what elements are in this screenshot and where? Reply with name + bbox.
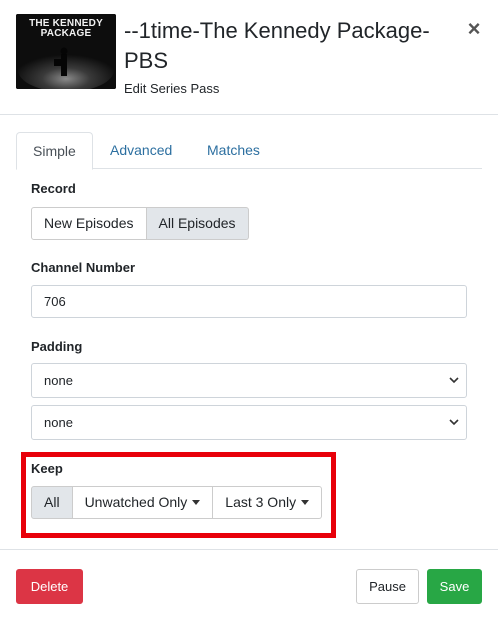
keep-button-group: All Unwatched Only Last 3 Only — [31, 486, 323, 519]
keep-all-button[interactable]: All — [31, 486, 73, 519]
show-thumbnail: THE KENNEDY PACKAGE — [16, 14, 116, 89]
record-all-episodes-button[interactable]: All Episodes — [146, 207, 249, 240]
thumbnail-title-line2: PACKAGE — [40, 28, 92, 39]
record-label: Record — [31, 181, 76, 196]
tab-matches[interactable]: Matches — [191, 132, 276, 169]
pause-button[interactable]: Pause — [356, 569, 419, 604]
channel-number-input[interactable]: 706 — [31, 285, 467, 318]
close-icon[interactable]: × — [464, 17, 484, 41]
page-title: --1time-The Kennedy Package-PBS — [124, 18, 430, 73]
thumbnail-title: THE KENNEDY PACKAGE — [16, 19, 116, 39]
modal-footer: Delete Pause Save — [0, 549, 498, 618]
record-button-group: New Episodes All Episodes — [31, 207, 249, 240]
save-button[interactable]: Save — [427, 569, 482, 604]
delete-button[interactable]: Delete — [16, 569, 83, 604]
caret-down-icon — [192, 500, 201, 505]
tab-advanced[interactable]: Advanced — [94, 132, 188, 169]
chevron-down-icon — [449, 419, 459, 426]
padding-end-value: none — [44, 415, 73, 430]
keep-unwatched-only-label: Unwatched Only — [84, 494, 188, 510]
page-subtitle: Edit Series Pass — [124, 81, 220, 96]
keep-label: Keep — [31, 461, 63, 476]
tab-simple[interactable]: Simple — [16, 132, 93, 170]
chevron-down-icon — [449, 377, 459, 384]
record-new-episodes-button[interactable]: New Episodes — [31, 207, 147, 240]
tab-bar: Simple Advanced Matches — [16, 132, 482, 170]
caret-down-icon — [301, 500, 310, 505]
keep-unwatched-only-dropdown[interactable]: Unwatched Only — [72, 486, 214, 519]
keep-last-3-only-dropdown[interactable]: Last 3 Only — [213, 486, 323, 519]
modal-header: THE KENNEDY PACKAGE --1time-The Kennedy … — [0, 0, 498, 115]
padding-start-select[interactable]: none — [31, 363, 467, 398]
series-pass-modal: THE KENNEDY PACKAGE --1time-The Kennedy … — [0, 0, 498, 618]
padding-end-select[interactable]: none — [31, 405, 467, 440]
channel-number-label: Channel Number — [31, 260, 136, 275]
padding-start-value: none — [44, 373, 73, 388]
padding-label: Padding — [31, 339, 83, 354]
keep-last-3-only-label: Last 3 Only — [225, 494, 297, 510]
